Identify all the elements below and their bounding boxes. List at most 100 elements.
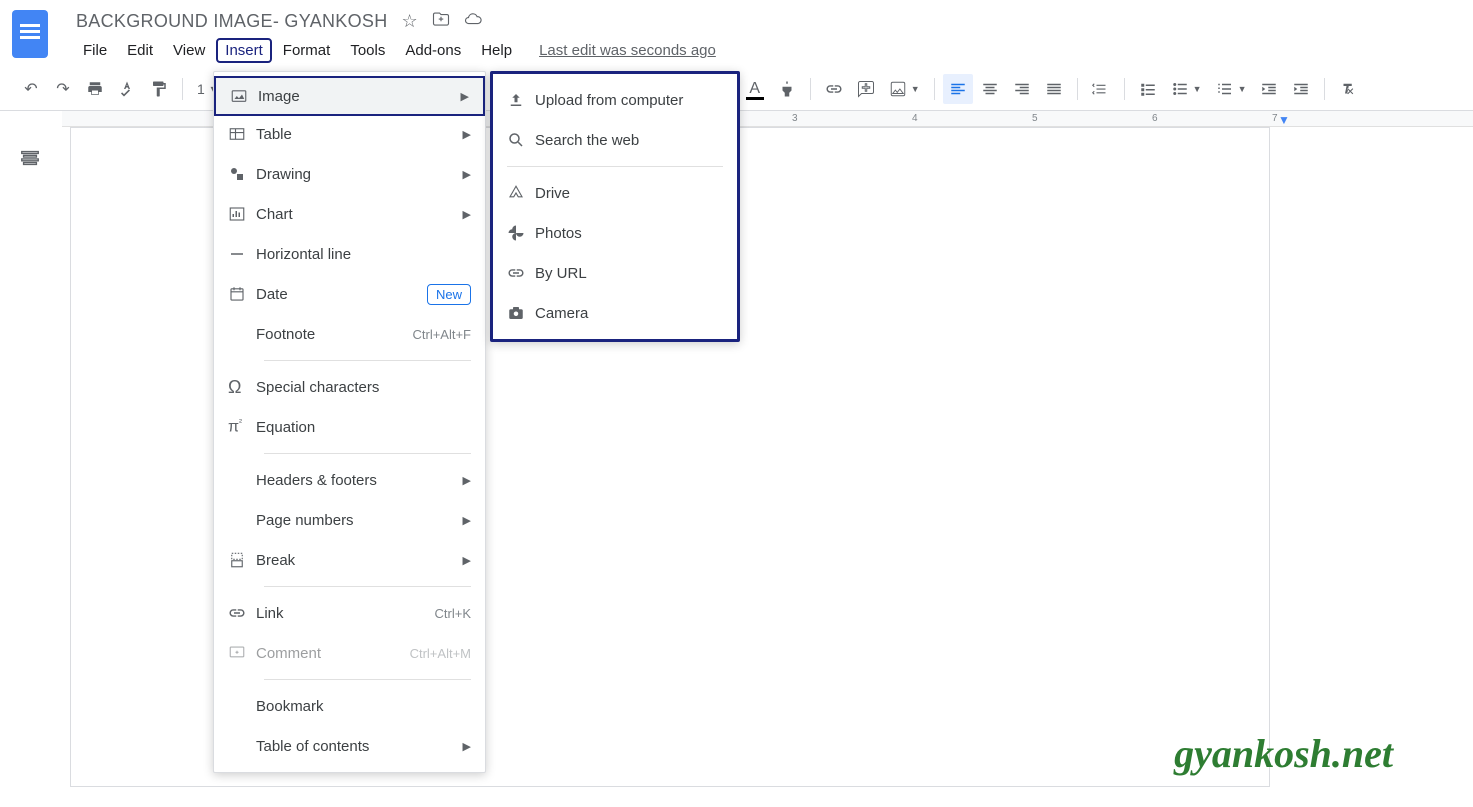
menu-item-table[interactable]: Table▶ <box>214 114 485 154</box>
submenu-arrow-icon: ▶ <box>463 208 471 221</box>
increase-indent-button[interactable] <box>1286 74 1316 104</box>
clear-formatting-button[interactable] <box>1333 74 1363 104</box>
comment-icon <box>228 644 256 662</box>
docs-logo[interactable] <box>10 8 50 60</box>
menu-item-headers-&-footers[interactable]: Headers & footers▶ <box>214 460 485 500</box>
photos-icon <box>507 224 535 242</box>
move-icon[interactable] <box>432 10 450 33</box>
menu-item-search-the-web[interactable]: Search the web <box>493 120 737 160</box>
menu-item-camera[interactable]: Camera <box>493 293 737 333</box>
insert-image-button[interactable]: ▼ <box>883 80 926 98</box>
last-edit-link[interactable]: Last edit was seconds ago <box>539 42 716 59</box>
text-color-button[interactable]: A <box>740 74 770 104</box>
menu-help[interactable]: Help <box>472 38 521 63</box>
date-icon <box>228 285 256 303</box>
spellcheck-button[interactable] <box>112 74 142 104</box>
menu-item-label: Camera <box>535 305 723 322</box>
menu-add-ons[interactable]: Add-ons <box>396 38 470 63</box>
search-icon <box>507 131 535 149</box>
decrease-indent-button[interactable] <box>1254 74 1284 104</box>
menu-view[interactable]: View <box>164 38 214 63</box>
header: BACKGROUND IMAGE- GYANKOSH ☆ FileEditVie… <box>0 0 1473 69</box>
print-button[interactable] <box>80 74 110 104</box>
align-justify-button[interactable] <box>1039 74 1069 104</box>
menu-separator <box>264 360 471 361</box>
ruler-mark: 6 <box>1152 113 1158 124</box>
ruler-mark: 3 <box>792 113 798 124</box>
hline-icon <box>228 245 256 263</box>
menu-format[interactable]: Format <box>274 38 340 63</box>
menu-item-label: Link <box>256 605 435 622</box>
submenu-arrow-icon: ▶ <box>463 740 471 753</box>
outline-toggle[interactable] <box>0 127 60 787</box>
omega-icon: Ω <box>228 377 256 398</box>
menu-item-by-url[interactable]: By URL <box>493 253 737 293</box>
menu-item-label: Search the web <box>535 132 723 149</box>
menu-item-photos[interactable]: Photos <box>493 213 737 253</box>
bulleted-list-button[interactable]: ▼ <box>1165 80 1208 98</box>
menu-item-label: Bookmark <box>256 698 471 715</box>
menu-item-page-numbers[interactable]: Page numbers▶ <box>214 500 485 540</box>
menu-edit[interactable]: Edit <box>118 38 162 63</box>
drawing-icon <box>228 165 256 183</box>
menu-item-upload-from-computer[interactable]: Upload from computer <box>493 80 737 120</box>
align-left-button[interactable] <box>943 74 973 104</box>
menu-item-chart[interactable]: Chart▶ <box>214 194 485 234</box>
watermark-text: gyankosh.net <box>1174 730 1393 777</box>
align-center-button[interactable] <box>975 74 1005 104</box>
undo-button[interactable]: ↶ <box>16 74 46 104</box>
shortcut-label: Ctrl+K <box>435 606 471 621</box>
menu-item-link[interactable]: LinkCtrl+K <box>214 593 485 633</box>
menu-item-equation[interactable]: π²Equation <box>214 407 485 447</box>
menu-item-label: Drive <box>535 185 723 202</box>
align-right-button[interactable] <box>1007 74 1037 104</box>
ruler-mark: 7 <box>1272 113 1278 124</box>
star-icon[interactable]: ☆ <box>402 11 418 32</box>
menubar: FileEditViewInsertFormatToolsAdd-onsHelp… <box>62 34 1473 69</box>
menu-tools[interactable]: Tools <box>341 38 394 63</box>
menu-item-drawing[interactable]: Drawing▶ <box>214 154 485 194</box>
menu-item-label: Page numbers <box>256 512 463 529</box>
camera-icon <box>507 304 535 322</box>
menu-item-break[interactable]: Break▶ <box>214 540 485 580</box>
line-spacing-button[interactable] <box>1086 80 1116 98</box>
ruler-mark: 5 <box>1032 113 1038 124</box>
submenu-arrow-icon: ▶ <box>463 168 471 181</box>
table-icon <box>228 125 256 143</box>
right-indent-marker[interactable]: ▼ <box>1278 113 1290 127</box>
image-icon <box>230 87 258 105</box>
menu-item-bookmark[interactable]: Bookmark <box>214 686 485 726</box>
menu-item-label: Footnote <box>256 326 412 343</box>
checklist-button[interactable] <box>1133 80 1163 98</box>
pi-icon: π² <box>228 417 256 436</box>
menu-item-date[interactable]: DateNew <box>214 274 485 314</box>
highlight-button[interactable] <box>772 74 802 104</box>
cloud-icon[interactable] <box>464 10 482 33</box>
menu-item-comment[interactable]: CommentCtrl+Alt+M <box>214 633 485 673</box>
menu-item-horizontal-line[interactable]: Horizontal line <box>214 234 485 274</box>
new-badge: New <box>427 284 471 305</box>
menu-item-drive[interactable]: Drive <box>493 173 737 213</box>
menu-item-label: Image <box>258 88 461 105</box>
menu-item-table-of-contents[interactable]: Table of contents▶ <box>214 726 485 766</box>
menu-item-label: Chart <box>256 206 463 223</box>
add-comment-button[interactable] <box>851 74 881 104</box>
menu-item-label: Break <box>256 552 463 569</box>
menu-item-label: Drawing <box>256 166 463 183</box>
numbered-list-button[interactable]: ▼ <box>1210 80 1253 98</box>
submenu-arrow-icon: ▶ <box>463 474 471 487</box>
drive-icon <box>507 184 535 202</box>
menu-file[interactable]: File <box>74 38 116 63</box>
menu-insert[interactable]: Insert <box>216 38 272 63</box>
menu-item-footnote[interactable]: FootnoteCtrl+Alt+F <box>214 314 485 354</box>
menu-item-special-characters[interactable]: ΩSpecial characters <box>214 367 485 407</box>
menu-item-label: Date <box>256 286 427 303</box>
paint-format-button[interactable] <box>144 74 174 104</box>
document-title[interactable]: BACKGROUND IMAGE- GYANKOSH <box>76 11 388 32</box>
insert-link-button[interactable] <box>819 74 849 104</box>
menu-item-label: Special characters <box>256 379 471 396</box>
redo-button[interactable]: ↷ <box>48 74 78 104</box>
menu-item-image[interactable]: Image▶ <box>214 76 485 116</box>
chart-icon <box>228 205 256 223</box>
link-icon <box>228 604 256 622</box>
